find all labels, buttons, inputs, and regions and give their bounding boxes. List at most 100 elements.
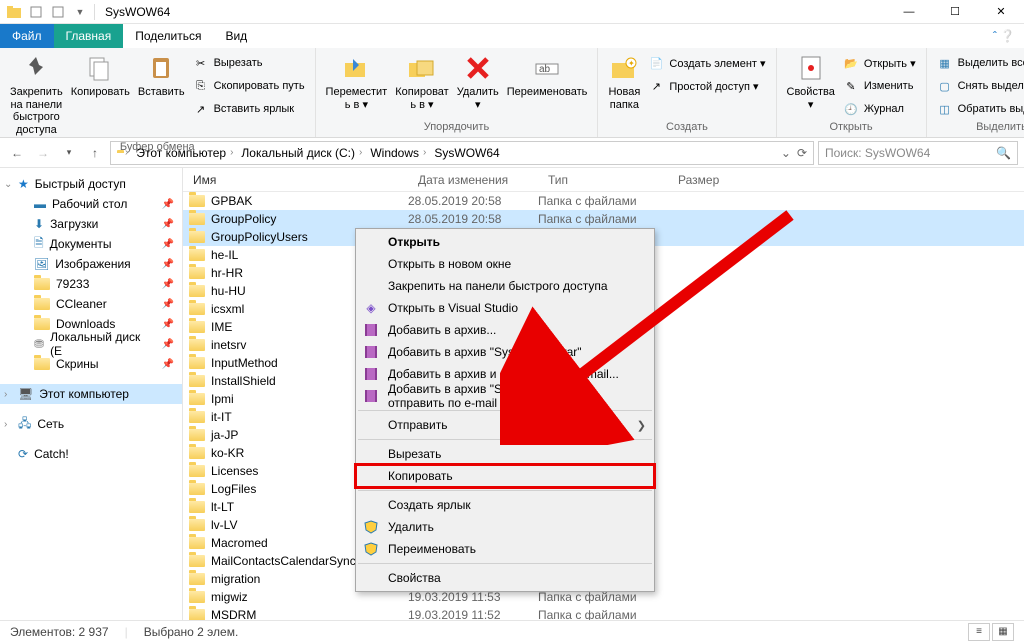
downloads-icon: ⬇	[34, 217, 44, 231]
ribbon-toggle[interactable]: ˆ ❔	[984, 24, 1024, 48]
select-none-button[interactable]: ▢Снять выделение	[933, 76, 1024, 96]
menu-open[interactable]: Открыть	[356, 231, 654, 253]
menu-pin[interactable]: Закрепить на панели быстрого доступа	[356, 275, 654, 297]
moveto-button[interactable]: Переместит ь в ▾	[322, 50, 392, 113]
titlebar: ▼ SysWOW64 — ☐ ✕	[0, 0, 1024, 24]
sidebar-downloads[interactable]: ⬇Загрузки📌	[0, 214, 182, 234]
menu-rename[interactable]: Переименовать	[356, 538, 654, 560]
paste-button[interactable]: Вставить	[134, 50, 189, 101]
col-name: Имя	[183, 173, 408, 187]
pin-icon: 📌	[162, 259, 174, 270]
view-thumbs-button[interactable]: ▦	[992, 623, 1014, 641]
menu-open-new[interactable]: Открыть в новом окне	[356, 253, 654, 275]
cut-button[interactable]: ✂Вырезать	[189, 53, 309, 73]
file-row[interactable]: MSDRM19.03.2019 11:52Папка с файлами	[183, 606, 1024, 620]
menu-shortcut[interactable]: Создать ярлык	[356, 494, 654, 516]
menu-copy[interactable]: Копировать	[356, 465, 654, 487]
new-folder-button[interactable]: ✦Новая папка	[604, 50, 644, 113]
menu-add-rar[interactable]: Добавить в архив "SysWOW64.rar"	[356, 341, 654, 363]
tab-home[interactable]: Главная	[54, 24, 124, 48]
window-title: SysWOW64	[105, 5, 170, 19]
forward-button[interactable]: →	[32, 142, 54, 164]
pin-icon: 📌	[162, 219, 174, 230]
select-none-icon: ▢	[937, 78, 953, 94]
column-headers[interactable]: Имя Дата изменения Тип Размер	[183, 168, 1024, 192]
open-button[interactable]: 📂Открыть ▾	[839, 53, 920, 73]
file-row[interactable]: GroupPolicy28.05.2019 20:58Папка с файла…	[183, 210, 1024, 228]
invert-selection-button[interactable]: ◫Обратить выделение	[933, 99, 1024, 119]
sidebar-network[interactable]: ›🖧Сеть	[0, 414, 182, 434]
breadcrumb-segment: SysWOW64	[430, 146, 503, 160]
history-button[interactable]: 🕘Журнал	[839, 99, 920, 119]
sidebar-item[interactable]: Скрины📌	[0, 354, 182, 374]
up-button[interactable]: ↑	[84, 142, 106, 164]
folder-icon	[189, 429, 205, 441]
pin-icon: 📌	[162, 239, 174, 250]
body: ⌄★Быстрый доступ ▬Рабочий стол📌 ⬇Загрузк…	[0, 168, 1024, 620]
sidebar-item[interactable]: 79233📌	[0, 274, 182, 294]
rar-icon	[362, 343, 380, 361]
col-size: Размер	[668, 173, 748, 187]
sidebar-item[interactable]: CCleaner📌	[0, 294, 182, 314]
col-type: Тип	[538, 173, 668, 187]
sidebar-item[interactable]: ⛃Локальный диск (E📌	[0, 334, 182, 354]
view-details-button[interactable]: ≡	[968, 623, 990, 641]
select-all-icon: ▦	[937, 55, 953, 71]
sidebar-this-pc[interactable]: ›🖥Этот компьютер	[0, 384, 182, 404]
menu-delete[interactable]: Удалить	[356, 516, 654, 538]
quick-access-toolbar: ▼	[0, 4, 95, 20]
sidebar-catch[interactable]: ⟳Catch!	[0, 444, 182, 464]
menu-cut[interactable]: Вырезать	[356, 443, 654, 465]
copyto-icon	[406, 52, 438, 84]
back-button[interactable]: ←	[6, 142, 28, 164]
copy-path-button[interactable]: ⎘Скопировать путь	[189, 76, 309, 96]
folder-icon	[34, 318, 50, 330]
folder-icon	[34, 358, 50, 370]
sidebar-desktop[interactable]: ▬Рабочий стол📌	[0, 194, 182, 214]
menu-sendto[interactable]: Отправить❯	[356, 414, 654, 436]
tab-share[interactable]: Поделиться	[123, 24, 213, 48]
close-button[interactable]: ✕	[978, 0, 1024, 24]
paste-shortcut-button[interactable]: ↗Вставить ярлык	[189, 99, 309, 119]
minimize-button[interactable]: —	[886, 0, 932, 24]
file-row[interactable]: GPBAK28.05.2019 20:58Папка с файлами	[183, 192, 1024, 210]
maximize-button[interactable]: ☐	[932, 0, 978, 24]
address-bar[interactable]: › Этот компьютер› Локальный диск (C:)› W…	[110, 141, 814, 165]
sidebar-documents[interactable]: 🗎Документы📌	[0, 234, 182, 254]
address-dropdown[interactable]: ⌄	[781, 146, 791, 160]
select-all-button[interactable]: ▦Выделить все	[933, 53, 1024, 73]
new-item-button[interactable]: 📄Создать элемент ▾	[644, 53, 769, 73]
sidebar-pictures[interactable]: 🖼Изображения📌	[0, 254, 182, 274]
shortcut-icon: ↗	[193, 101, 209, 117]
qat-item[interactable]	[28, 4, 44, 20]
qat-dropdown[interactable]: ▼	[72, 4, 88, 20]
rename-button[interactable]: abПереименовать	[503, 50, 592, 101]
qat-item[interactable]	[50, 4, 66, 20]
breadcrumb-segment: Windows›	[366, 146, 430, 160]
easy-access-button[interactable]: ↗Простой доступ ▾	[644, 76, 769, 96]
search-box[interactable]: Поиск: SysWOW64 🔍	[818, 141, 1018, 165]
recent-button[interactable]: ▾	[58, 142, 80, 164]
folder-icon	[189, 555, 205, 567]
menu-open-vs[interactable]: ◈Открыть в Visual Studio	[356, 297, 654, 319]
ribbon-group-new: ✦Новая папка 📄Создать элемент ▾ ↗Простой…	[598, 48, 776, 137]
folder-icon	[189, 573, 205, 585]
rar-icon	[362, 365, 380, 383]
tab-file[interactable]: Файл	[0, 24, 54, 48]
properties-button[interactable]: Свойства ▾	[783, 50, 839, 113]
tab-view[interactable]: Вид	[213, 24, 259, 48]
edit-button[interactable]: ✎Изменить	[839, 76, 920, 96]
menu-properties[interactable]: Свойства	[356, 567, 654, 589]
delete-button[interactable]: Удалить ▾	[453, 50, 503, 113]
rar-icon	[362, 321, 380, 339]
sidebar-quick-access[interactable]: ⌄★Быстрый доступ	[0, 174, 182, 194]
pin-quickaccess-button[interactable]: Закрепить на панели быстрого доступа	[6, 50, 67, 139]
menu-add-archive[interactable]: Добавить в архив...	[356, 319, 654, 341]
drive-icon: ⛃	[34, 337, 44, 351]
folder-icon	[189, 375, 205, 387]
refresh-button[interactable]: ⟳	[797, 146, 807, 160]
menu-add-rar-mail[interactable]: Добавить в архив "SysWOW64.rar" и отправ…	[356, 385, 654, 407]
copyto-button[interactable]: Копироват ь в ▾	[391, 50, 453, 113]
folder-icon	[189, 339, 205, 351]
copy-button[interactable]: Копировать	[67, 50, 134, 101]
